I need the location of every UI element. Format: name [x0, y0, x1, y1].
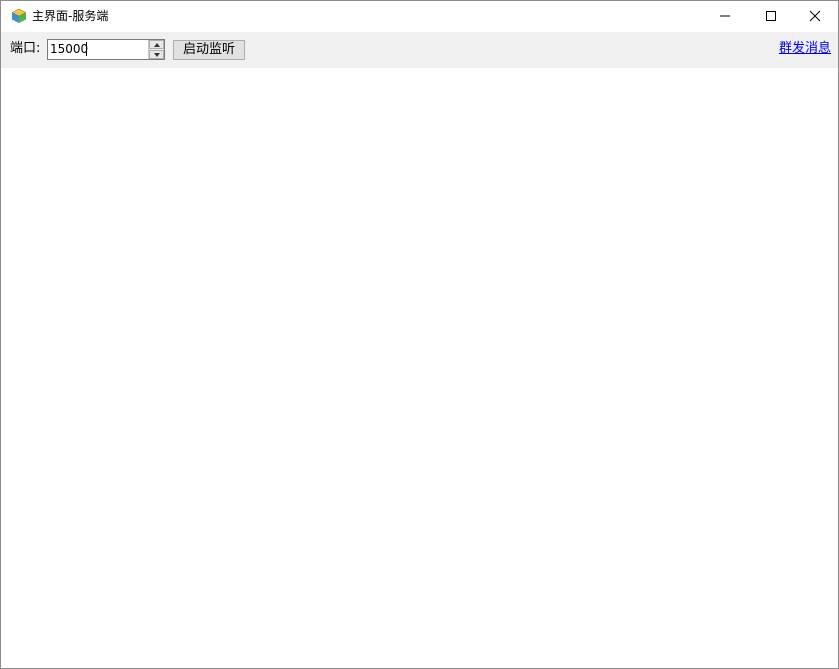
text-caret — [86, 42, 87, 56]
port-label: 端口: — [10, 41, 41, 56]
start-listen-button[interactable]: 启动监听 — [173, 40, 245, 60]
port-stepper[interactable]: 15000 — [47, 39, 165, 60]
app-cube-icon — [11, 8, 27, 24]
message-log-area[interactable] — [7, 68, 832, 666]
close-button[interactable] — [792, 1, 838, 31]
toolbar: 端口: 15000 启动监听 群发消息 — [1, 32, 838, 68]
arrow-up-icon — [154, 43, 160, 47]
main-window: 主界面-服务端 端口: 15000 启动监听 群发消息 — [0, 0, 839, 669]
broadcast-message-link[interactable]: 群发消息 — [779, 41, 831, 57]
window-title: 主界面-服务端 — [32, 9, 109, 23]
close-icon — [809, 10, 821, 22]
minimize-icon — [720, 15, 730, 17]
minimize-button[interactable] — [702, 1, 748, 31]
port-spinner — [148, 40, 164, 59]
maximize-button[interactable] — [748, 1, 794, 31]
port-increment-button[interactable] — [149, 40, 164, 49]
maximize-icon — [766, 11, 776, 21]
port-decrement-button[interactable] — [149, 50, 164, 59]
port-input[interactable]: 15000 — [50, 42, 88, 57]
arrow-down-icon — [154, 53, 160, 57]
title-bar[interactable]: 主界面-服务端 — [1, 1, 838, 31]
